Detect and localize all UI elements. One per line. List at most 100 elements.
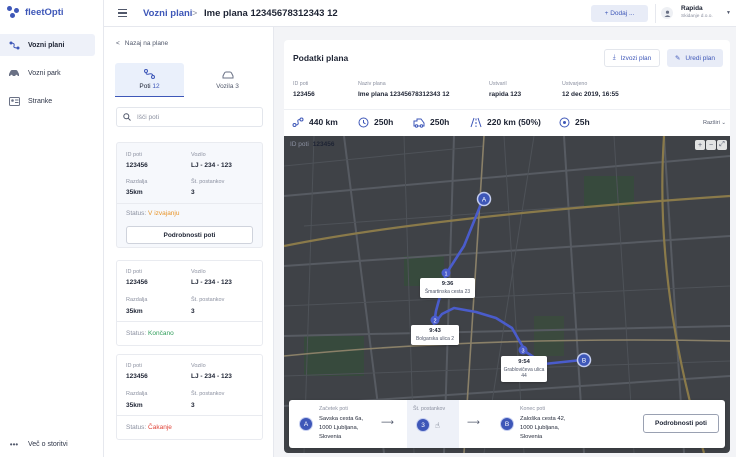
vehicle-label: Vozilo (191, 363, 206, 369)
map-stop-number[interactable]: 2 (433, 318, 436, 324)
map-route-id: ID poti 123456 (290, 141, 335, 148)
truck-icon (413, 118, 425, 128)
user-icon[interactable] (661, 7, 673, 19)
stops-label: Št. postankov (191, 297, 225, 303)
start-marker-icon: A (299, 417, 313, 431)
stop-address: Šmartinska cesta 23 (424, 289, 471, 295)
distance-label: Razdalja (126, 391, 148, 397)
clock-icon (358, 117, 369, 127)
info-value: 12 dec 2019, 16:55 (562, 91, 619, 98)
sidebar-item-label: Vozni plani (28, 41, 65, 49)
divider (117, 321, 262, 322)
divider (284, 109, 730, 110)
route-card[interactable]: ID poti 123456 Vozilo LJ - 234 - 123 Raz… (116, 354, 263, 440)
route-id: 123456 (126, 373, 148, 380)
search-placeholder: Išči poti (137, 113, 160, 121)
map-stop-number[interactable]: 1 (444, 271, 447, 277)
expand-toggle[interactable]: Razširi ⌄ (703, 120, 726, 126)
pencil-icon: ✎ (674, 55, 681, 62)
stops-value: 3 (191, 308, 195, 315)
stops-value: 3 (191, 189, 195, 196)
distance-value: 35km (126, 189, 143, 196)
start-address-line: Savska cesta 6a, (319, 416, 364, 422)
route-map[interactable]: A B 1 2 3 ID poti 123456 + − ⤢ 9:36 Šmart… (284, 136, 730, 453)
info-value: rapida 123 (489, 91, 522, 98)
status-badge: Status: Čakanje (126, 424, 172, 431)
app-name: fleetOpti (25, 7, 64, 18)
route-id-label: ID poti (126, 152, 142, 158)
back-link[interactable]: < Nazaj na plane (116, 40, 168, 47)
sidebar: fleetOpti Vozni plani Vozni park Stranke… (0, 0, 104, 457)
sidebar-item-label: Vozni park (28, 69, 61, 77)
sidebar-item-vozni-park[interactable]: Vozni park (0, 62, 95, 84)
chevron-down-icon[interactable]: ▼ (726, 10, 731, 16)
stat-stop-time: 25h (559, 115, 590, 129)
route-id: 123456 (126, 162, 148, 169)
sidebar-item-stranke[interactable]: Stranke (0, 90, 95, 112)
distance-label: Razdalja (126, 297, 148, 303)
fullscreen-button[interactable]: ⤢ (717, 140, 727, 150)
routes-panel: < Nazaj na plane Poti 12 Vozila 3 Išči p… (104, 27, 374, 457)
route-card[interactable]: ID poti 123456 Vozilo LJ - 234 - 123 Raz… (116, 142, 263, 248)
tab-label: Vozila 3 (216, 82, 239, 90)
stops-label: Št. postankov (191, 391, 225, 397)
stop-callout[interactable]: 9:36 Šmartinska cesta 23 (420, 278, 475, 298)
stops-count-box[interactable]: Št. postankov 3 ☝ (407, 400, 459, 448)
end-marker-icon: B (500, 417, 514, 431)
export-label: Izvozi plan (620, 54, 652, 62)
menu-icon[interactable] (118, 9, 127, 17)
info-label: Naziv plana (358, 81, 386, 87)
start-label: Začetek poti (319, 406, 348, 412)
arrow-right-icon: ⟶ (467, 417, 480, 427)
stop-callout[interactable]: 9:54 Grablovičeva ulica 44 (501, 356, 547, 382)
stop-callout[interactable]: 9:43 Bolgarska ulica 2 (411, 325, 459, 345)
vehicle-value: LJ - 234 - 123 (191, 373, 232, 380)
user-name[interactable]: Rapida (681, 5, 703, 12)
route-id-label: ID poti (126, 269, 142, 275)
sidebar-more-label: Več o storitvi (28, 440, 68, 448)
start-address-line: 1000 Ljubljana, (319, 425, 359, 431)
stop-address: Bolgarska ulica 2 (415, 336, 455, 342)
search-input[interactable]: Išči poti (116, 107, 263, 127)
zoom-out-button[interactable]: − (706, 140, 716, 150)
map-marker-start[interactable]: A (482, 197, 487, 204)
info-label: Ustvarjeno (562, 81, 588, 87)
map-marker-end[interactable]: B (582, 358, 586, 365)
stops-label: Št. postankov (413, 406, 446, 412)
more-icon: ••• (9, 439, 19, 449)
vehicle-value: LJ - 234 - 123 (191, 162, 232, 169)
sidebar-item-vozni-plani[interactable]: Vozni plani (0, 34, 95, 56)
export-plan-button[interactable]: ⤓ Izvozi plan (604, 49, 660, 67)
stat-duration: 250h (358, 115, 393, 129)
tab-vozila[interactable]: Vozila 3 (193, 63, 262, 97)
vehicle-label: Vozilo (191, 269, 206, 275)
app-logo[interactable]: fleetOpti (7, 6, 64, 19)
divider (117, 415, 262, 416)
end-label: Konec poti (520, 406, 546, 412)
tab-label: Poti 12 (139, 83, 160, 90)
add-button[interactable]: + Dodaj ... (591, 5, 648, 22)
stops-value: 3 (191, 402, 195, 409)
page-title: Ime plana 12345678312343 12 (204, 8, 338, 19)
route-details-button[interactable]: Podrobnosti poti (126, 226, 253, 244)
breadcrumb[interactable]: Vozni plani (143, 8, 192, 19)
route-icon (144, 69, 155, 79)
edit-plan-button[interactable]: ✎ Uredi plan (667, 49, 723, 67)
stop-time: 9:36 (441, 281, 454, 287)
map-stop-number[interactable]: 3 (521, 348, 524, 354)
info-value: 123456 (293, 91, 315, 98)
route-card[interactable]: ID poti 123456 Vozilo LJ - 234 - 123 Raz… (116, 260, 263, 346)
route-details-button[interactable]: Podrobnosti poti (643, 414, 719, 433)
end-address-line: Zaloška cesta 42, (520, 416, 566, 422)
distance-label: Razdalja (126, 179, 148, 185)
user-company: Skidanje d.o.o. (681, 14, 713, 19)
route-icon (292, 117, 304, 127)
chevron-right-icon: > (192, 8, 198, 18)
divider (655, 4, 656, 23)
zoom-in-button[interactable]: + (695, 140, 705, 150)
info-value: Ime plana 12345678312343 12 (358, 91, 450, 98)
sidebar-more[interactable]: ••• Več o storitvi (0, 433, 95, 455)
route-id-label: ID poti (126, 363, 142, 369)
tab-poti[interactable]: Poti 12 (115, 63, 184, 97)
stat-value: 440 km (309, 117, 338, 127)
